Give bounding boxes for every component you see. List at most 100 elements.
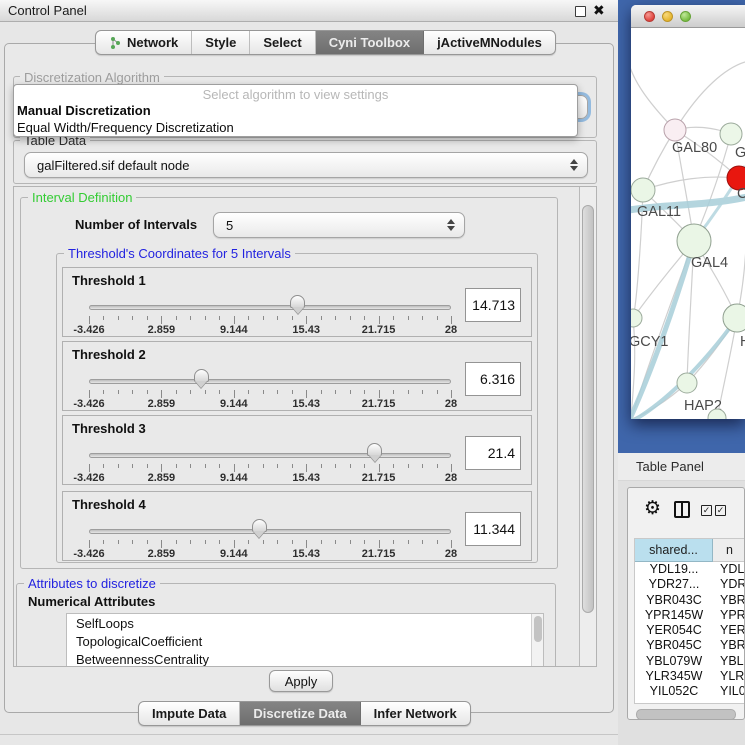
- network-edge[interactable]: [643, 177, 739, 190]
- window-close-button[interactable]: [644, 11, 655, 22]
- network-window-titlebar[interactable]: [631, 5, 745, 28]
- tab-style[interactable]: Style: [192, 31, 250, 54]
- cell-name[interactable]: YBR0: [713, 638, 745, 653]
- number-of-intervals-combobox[interactable]: 5: [213, 212, 465, 238]
- table-row[interactable]: YBR045CYBR0: [635, 638, 745, 653]
- slider-track[interactable]: [89, 529, 451, 534]
- cell-name[interactable]: YDR2: [713, 577, 745, 592]
- cell-name[interactable]: YPR1: [713, 608, 745, 623]
- slider-minor-tick: [190, 390, 191, 394]
- scrollbar-thumb[interactable]: [534, 616, 542, 642]
- network-node-label: GA: [735, 145, 745, 161]
- float-window-icon[interactable]: [575, 6, 586, 17]
- tab-label: Style: [205, 35, 236, 50]
- slider-minor-tick: [437, 390, 438, 394]
- table-row[interactable]: YPR145WYPR1: [635, 608, 745, 623]
- cell-shared-name[interactable]: YDL19...: [635, 562, 713, 577]
- tab-jactivemnodules[interactable]: jActiveMNodules: [424, 31, 555, 54]
- cell-name[interactable]: YLR3: [713, 669, 745, 684]
- apply-button[interactable]: Apply: [269, 670, 333, 692]
- scrollbar-thumb[interactable]: [582, 205, 594, 613]
- slider-minor-tick: [292, 540, 293, 544]
- cell-name[interactable]: YER0: [713, 623, 745, 638]
- threshold-value-field[interactable]: [465, 436, 521, 470]
- checkbox-checked-icon[interactable]: ✓: [715, 505, 726, 516]
- slider-minor-tick: [248, 316, 249, 320]
- cell-shared-name[interactable]: YPR145W: [635, 608, 713, 623]
- table-panel-header: Table Panel: [618, 453, 745, 481]
- window-minimize-button[interactable]: [662, 11, 673, 22]
- table-row[interactable]: YBL079WYBL0: [635, 654, 745, 669]
- cell-shared-name[interactable]: YLR345W: [635, 669, 713, 684]
- slider-thumb[interactable]: [290, 295, 305, 308]
- cell-name[interactable]: YBR0: [713, 593, 745, 608]
- table-row[interactable]: YDR27...YDR2: [635, 577, 745, 592]
- cell-name[interactable]: YBL0: [713, 654, 745, 669]
- slider-track[interactable]: [89, 305, 451, 310]
- tab-network[interactable]: Network: [96, 31, 192, 54]
- algorithm-option-equal-width[interactable]: Equal Width/Frequency Discretization: [17, 120, 234, 135]
- slider-thumb[interactable]: [194, 369, 209, 382]
- network-node-ha[interactable]: [723, 304, 745, 332]
- network-node-hap2[interactable]: [677, 373, 697, 393]
- table-row[interactable]: YDL19...YDL1: [635, 562, 745, 577]
- slider-track[interactable]: [89, 379, 451, 384]
- checkbox-checked-icon[interactable]: ✓: [701, 505, 712, 516]
- threshold-value-field[interactable]: [465, 512, 521, 546]
- threshold-value-field[interactable]: [465, 362, 521, 396]
- cell-shared-name[interactable]: YDR27...: [635, 577, 713, 592]
- slider-minor-tick: [321, 390, 322, 394]
- tab-cyni-toolbox[interactable]: Cyni Toolbox: [316, 31, 424, 54]
- slider-minor-tick: [393, 316, 394, 320]
- cell-shared-name[interactable]: YIL052C: [635, 684, 713, 699]
- table-row[interactable]: YER054CYER0: [635, 623, 745, 638]
- column-header-shared-name[interactable]: shared...: [635, 539, 713, 562]
- slider-scale-label: 15.43: [292, 398, 320, 410]
- slider-thumb[interactable]: [367, 443, 382, 456]
- threshold-value-field[interactable]: [465, 288, 521, 322]
- tab-impute-data[interactable]: Impute Data: [139, 702, 240, 725]
- slider-minor-tick: [132, 316, 133, 320]
- slider-track[interactable]: [89, 453, 451, 458]
- slider-minor-tick: [219, 316, 220, 320]
- cell-name[interactable]: YIL0: [713, 684, 745, 699]
- slider-major-tick: [306, 390, 307, 398]
- cell-shared-name[interactable]: YBR045C: [635, 638, 713, 653]
- network-edge[interactable]: [631, 56, 675, 130]
- gear-icon[interactable]: ⚙: [644, 497, 661, 520]
- close-icon[interactable]: ✖: [593, 2, 605, 19]
- network-canvas[interactable]: GAL80GACGAL11GAL4GCY1HAHAP2: [631, 28, 745, 419]
- table-row[interactable]: YBR043CYBR0: [635, 593, 745, 608]
- cell-shared-name[interactable]: YBR043C: [635, 593, 713, 608]
- network-node-gal80[interactable]: [664, 119, 686, 141]
- table-panel-toolbar: ⚙ ✓ ✓: [628, 488, 744, 532]
- attribute-list-item[interactable]: BetweennessCentrality: [67, 650, 543, 666]
- network-node-gal4[interactable]: [677, 224, 711, 258]
- cell-name[interactable]: YDL1: [713, 562, 745, 577]
- tab-discretize-data[interactable]: Discretize Data: [240, 702, 360, 725]
- split-view-icon[interactable]: [674, 501, 690, 518]
- column-header-name[interactable]: n: [713, 539, 745, 562]
- table-data-combobox[interactable]: galFiltered.sif default node: [24, 152, 588, 178]
- table-row[interactable]: YLR345WYLR3: [635, 669, 745, 684]
- numerical-attributes-list[interactable]: SelfLoopsTopologicalCoefficientBetweenne…: [66, 613, 544, 666]
- network-node-gcy1[interactable]: [631, 309, 642, 327]
- tab-infer-network[interactable]: Infer Network: [361, 702, 470, 725]
- network-node-gal11[interactable]: [631, 178, 655, 202]
- attributes-list-scrollbar[interactable]: [531, 614, 543, 666]
- cell-shared-name[interactable]: YBL079W: [635, 654, 713, 669]
- network-edge[interactable]: [675, 62, 745, 130]
- table-horizontal-scrollbar[interactable]: [636, 709, 736, 720]
- algorithm-option-manual[interactable]: Manual Discretization: [17, 103, 151, 118]
- tab-select[interactable]: Select: [250, 31, 315, 54]
- network-view-window[interactable]: GAL80GACGAL11GAL4GCY1HAHAP2: [631, 5, 745, 419]
- cell-shared-name[interactable]: YER054C: [635, 623, 713, 638]
- slider-thumb[interactable]: [252, 519, 267, 532]
- network-node-ga[interactable]: [720, 123, 742, 145]
- window-zoom-button[interactable]: [680, 11, 691, 22]
- slider-minor-tick: [205, 390, 206, 394]
- settings-vertical-scrollbar[interactable]: [579, 187, 596, 666]
- attribute-list-item[interactable]: SelfLoops: [67, 614, 543, 632]
- table-row[interactable]: YIL052CYIL0: [635, 684, 745, 699]
- attribute-list-item[interactable]: TopologicalCoefficient: [67, 632, 543, 650]
